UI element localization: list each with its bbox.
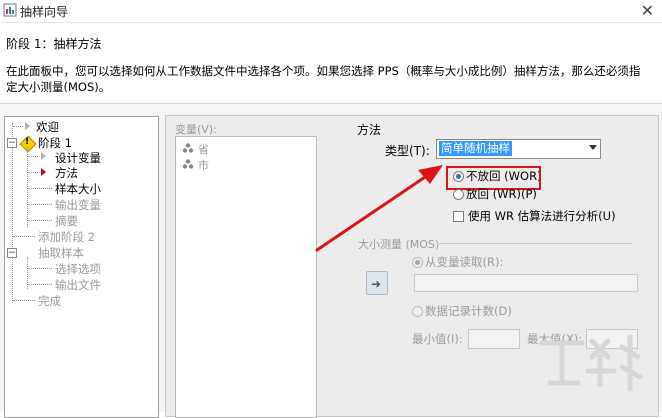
radio-with-replacement[interactable]	[453, 189, 464, 200]
nav-item-finish: 完成	[38, 294, 61, 308]
method-section-label: 方法	[357, 123, 382, 137]
nominal-variable-icon	[182, 143, 194, 153]
move-variable-button[interactable]: ➜	[366, 271, 388, 295]
radio-record-count[interactable]	[412, 306, 423, 317]
tree-connector	[13, 236, 35, 237]
nominal-variable-icon	[182, 159, 194, 169]
variables-list[interactable]: 省 市	[175, 136, 317, 418]
nav-item-add-stage2: 添加阶段 2	[38, 230, 95, 244]
title-bar: 抽样向导 ✕	[0, 0, 662, 23]
stage-description: 在此面板中，您可以选择如何从工作数据文件中选择各个项。如果您选择 PPS（概率与…	[6, 64, 641, 94]
variable-item[interactable]: 市	[198, 157, 209, 173]
stage-diamond-icon-mark: !	[25, 137, 30, 147]
min-value-field[interactable]	[468, 329, 520, 349]
nav-item-draw-sample: 抽取样本	[38, 246, 84, 260]
nav-arrow-icon	[41, 152, 46, 160]
tree-connector	[28, 284, 52, 285]
app-icon	[3, 3, 17, 17]
collapse-icon: −	[7, 248, 17, 258]
tree-connector	[12, 123, 13, 303]
mos-variable-field[interactable]	[414, 274, 638, 292]
window-title: 抽样向导	[20, 5, 69, 19]
radio-read-from-variable[interactable]	[412, 257, 423, 268]
tree-connector	[28, 220, 52, 221]
tree-connector	[13, 126, 23, 127]
record-count-label: 数据记录计数(D)	[425, 304, 512, 318]
tree-connector	[28, 268, 52, 269]
chevron-down-icon	[589, 145, 597, 150]
stage-title: 阶段 1：抽样方法	[6, 37, 102, 51]
tree-connector	[28, 204, 52, 205]
variables-label: 变量(V):	[175, 123, 217, 136]
tree-connector	[27, 147, 28, 227]
variable-item[interactable]: 省	[198, 141, 209, 157]
nav-item-stage1[interactable]: 阶段 1	[38, 135, 72, 151]
collapse-icon[interactable]: −	[7, 138, 17, 148]
right-arrow-icon: ➜	[371, 277, 382, 291]
stage-header: 阶段 1：抽样方法 在此面板中，您可以选择如何从工作数据文件中选择各个项。如果您…	[0, 23, 662, 111]
nav-arrow-icon	[25, 122, 30, 130]
annotation-arrow-icon	[315, 165, 443, 252]
section-divider	[437, 243, 633, 244]
nav-item-select-options: 选择选项	[55, 262, 101, 276]
nav-item-method[interactable]: 方法	[55, 165, 78, 181]
close-icon[interactable]: ✕	[641, 1, 654, 20]
with-replacement-label[interactable]: 放回 (WR)(P)	[466, 186, 537, 202]
wr-estimation-label[interactable]: 使用 WR 估算法进行分析(U)	[468, 208, 616, 224]
tree-connector	[28, 172, 38, 173]
watermark-logo-icon	[539, 334, 658, 407]
nav-item-output-vars: 输出变量	[55, 198, 101, 212]
wizard-nav-tree: 欢迎 − ! 阶段 1 设计变量 方法 样本大小 输出变量 摘要 添加阶段 2 …	[4, 116, 159, 418]
tree-connector	[28, 188, 52, 189]
tree-connector	[13, 300, 35, 301]
nav-item-sample-size[interactable]: 样本大小	[55, 181, 101, 197]
tree-connector	[28, 156, 38, 157]
type-select[interactable]: 简单随机抽样	[436, 139, 601, 159]
nav-item-summary: 摘要	[55, 214, 78, 228]
nav-item-output-files: 输出文件	[55, 278, 101, 292]
nav-item-design-vars[interactable]: 设计变量	[55, 150, 101, 166]
min-value-label: 最小值(I):	[412, 332, 463, 346]
wr-estimation-checkbox[interactable]	[453, 211, 464, 222]
current-step-arrow-icon	[41, 168, 46, 176]
nav-item-welcome[interactable]: 欢迎	[36, 119, 59, 135]
